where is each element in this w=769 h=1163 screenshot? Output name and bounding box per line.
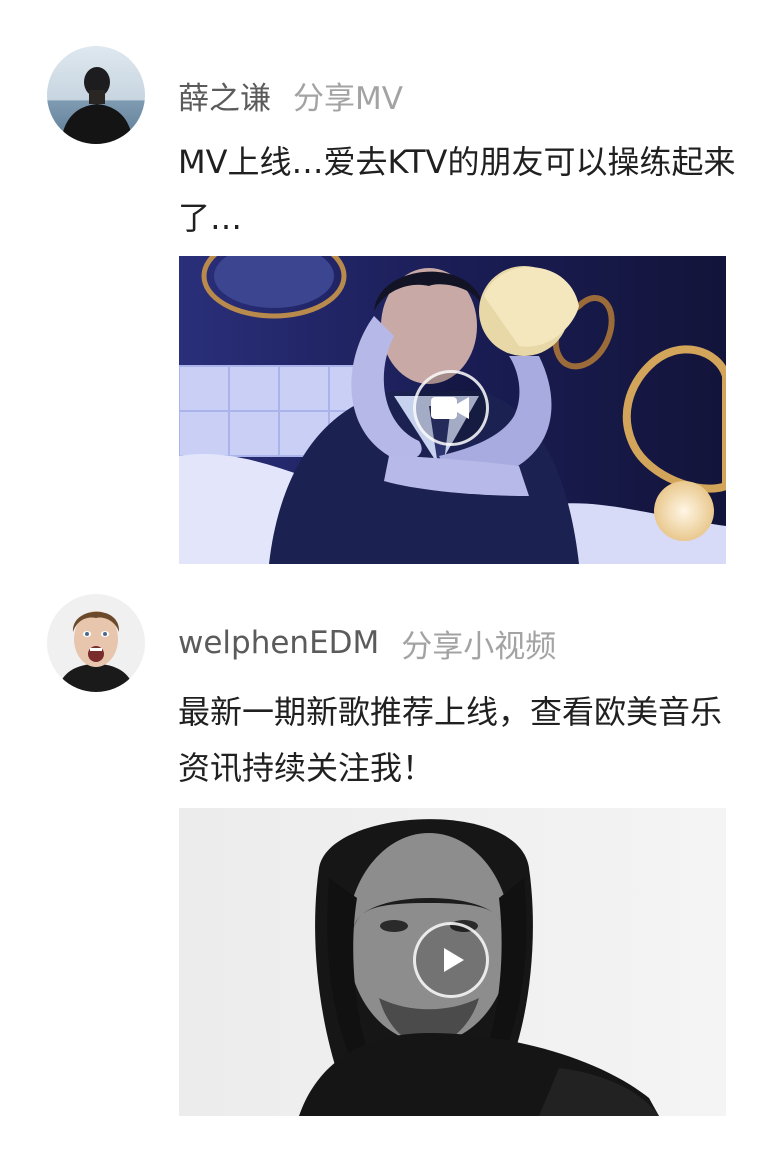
avatar-image [47,46,145,144]
post-header: welphenEDM 分享小视频 [178,620,556,666]
username[interactable]: 薛之谦 [178,73,271,118]
post-text: MV上线…爱去KTV的朋友可以操练起来了… [178,143,736,237]
video-play-button[interactable] [413,922,489,998]
post-action: 分享MV [293,80,403,117]
username[interactable]: welphenEDM [178,625,379,661]
avatar[interactable] [47,594,145,692]
post-text: 最新一期新歌推荐上线，查看欧美音乐资讯持续关注我！ [178,693,723,787]
video-thumbnail[interactable] [179,808,726,1116]
post-action: 分享小视频 [401,628,557,665]
avatar-image [47,594,145,692]
play-icon [444,948,464,972]
video-thumbnail[interactable] [179,256,726,564]
avatar[interactable] [47,46,145,144]
feed: 薛之谦 分享MV MV上线…爱去KTV的朋友可以操练起来了… welphenED… [0,0,769,1163]
post-header: 薛之谦 分享MV [178,72,403,118]
video-camera-icon [431,397,469,419]
video-play-button[interactable] [413,370,489,446]
